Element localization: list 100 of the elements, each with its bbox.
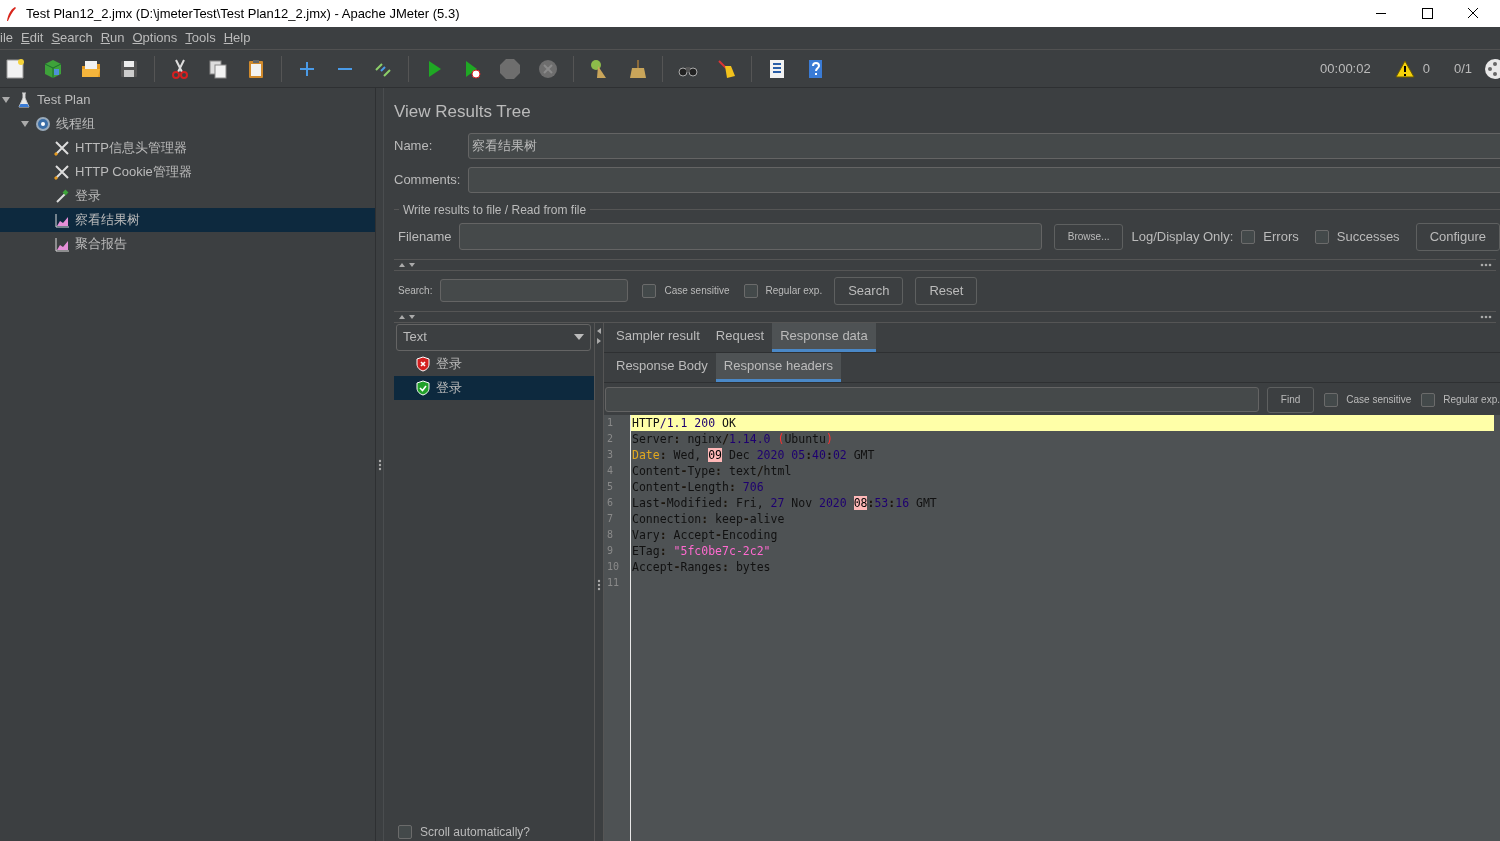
checkbox[interactable] xyxy=(398,825,412,839)
tree-item[interactable]: 线程组 xyxy=(0,112,375,136)
search-field[interactable] xyxy=(440,279,629,302)
success-shield-icon xyxy=(416,379,430,396)
chart-icon xyxy=(54,236,70,252)
feather-icon xyxy=(4,5,18,22)
broom-icon[interactable] xyxy=(715,57,737,80)
result-item[interactable]: 登录 xyxy=(394,351,594,376)
filename-field[interactable] xyxy=(459,223,1042,250)
chart-icon xyxy=(54,212,70,228)
find-field[interactable] xyxy=(605,387,1259,412)
checkbox-label: Case sensitive xyxy=(664,284,730,298)
checkbox-label: Successes xyxy=(1336,227,1400,246)
tools-icon xyxy=(54,140,70,156)
reset-button[interactable]: Reset xyxy=(915,276,978,305)
line-number: 4 xyxy=(606,463,615,478)
line-number: 9 xyxy=(606,543,615,558)
name-label: Name: xyxy=(394,136,434,155)
browse-button[interactable]: Browse... xyxy=(1053,223,1124,250)
collapse-arrows-icon[interactable] xyxy=(596,326,602,345)
menu-item[interactable]: Run xyxy=(96,28,129,48)
code-line: ETag: "5fc0be7c-2c2" xyxy=(631,542,772,559)
tab[interactable]: Response data xyxy=(772,322,876,352)
scissors-icon[interactable] xyxy=(169,57,191,80)
tab[interactable]: Response Body xyxy=(608,352,716,382)
line-number: 6 xyxy=(606,495,615,510)
shutdown-icon[interactable] xyxy=(537,57,559,80)
line-number: 5 xyxy=(606,479,615,494)
code-line: Content-Type: text/html xyxy=(631,462,793,479)
code-line: Date: Wed, 09 Dec 2020 05:40:02 GMT xyxy=(631,446,876,463)
line-number: 1 xyxy=(606,415,615,430)
dropper-icon xyxy=(54,188,70,204)
tab[interactable]: Request xyxy=(707,322,773,352)
code-line: Vary: Accept-Encoding xyxy=(631,526,779,543)
tree-item[interactable]: HTTP Cookie管理器 xyxy=(0,160,375,184)
menu-item[interactable]: Search xyxy=(47,28,97,48)
checkbox-label: Scroll automatically? xyxy=(420,824,531,841)
copy-icon[interactable] xyxy=(207,57,229,80)
dropdown-arrow-icon xyxy=(574,334,584,340)
collapse-arrows-icon[interactable] xyxy=(398,313,416,320)
thread-count: 0/1 xyxy=(1453,59,1472,78)
configure-button[interactable]: Configure xyxy=(1415,222,1500,251)
panel-title: View Results Tree xyxy=(394,101,532,123)
menu-item[interactable]: Tools xyxy=(181,28,220,48)
name-field[interactable]: 察看结果树 xyxy=(468,132,1500,159)
new-file-icon[interactable] xyxy=(4,57,26,80)
menu-item[interactable]: ile xyxy=(0,28,17,48)
code-line: Last-Modified: Fri, 27 Nov 2020 08:53:16 GMT xyxy=(631,494,938,511)
checkbox[interactable] xyxy=(642,283,657,298)
group-legend: Write results to file / Read from file xyxy=(399,200,591,219)
menu-item[interactable]: Edit xyxy=(17,28,48,48)
filename-label: Filename xyxy=(398,227,452,246)
checkbox[interactable] xyxy=(1324,392,1339,407)
collapse-arrow-icon[interactable] xyxy=(21,120,29,128)
tree-item[interactable]: Test Plan xyxy=(0,88,375,112)
checkbox-label: Case sensitive xyxy=(1346,393,1412,407)
search-button[interactable]: Search xyxy=(834,276,904,305)
result-item[interactable]: 登录 xyxy=(394,375,594,400)
grip-icon[interactable] xyxy=(597,579,601,591)
grip-icon[interactable] xyxy=(1480,314,1492,319)
checkbox-label: Regular exp. xyxy=(1443,393,1500,407)
tab[interactable]: Sampler result xyxy=(608,322,708,352)
collapse-arrows-icon[interactable] xyxy=(398,261,416,268)
collapse-arrow-icon[interactable] xyxy=(2,96,10,104)
warning-icon xyxy=(1394,59,1415,78)
comments-label: Comments: xyxy=(394,170,462,189)
code-line: Content-Length: 706 xyxy=(631,478,765,495)
log-display-label: Log/Display Only: xyxy=(1131,227,1234,246)
warning-count: 0 xyxy=(1422,59,1430,78)
renderer-dropdown[interactable]: Text xyxy=(396,323,591,351)
tree-item[interactable]: 察看结果树 xyxy=(0,208,375,232)
checkbox-label: Regular exp. xyxy=(765,284,823,298)
checkbox[interactable] xyxy=(1241,229,1256,244)
elapsed-time: 00:00:02 xyxy=(1320,59,1371,78)
grip-icon[interactable] xyxy=(377,458,382,471)
line-number: 10 xyxy=(606,559,621,574)
line-number: 2 xyxy=(606,431,615,446)
tools-icon xyxy=(54,164,70,180)
checkbox[interactable] xyxy=(743,283,758,298)
box-icon[interactable] xyxy=(42,57,64,80)
grip-icon[interactable] xyxy=(1480,262,1492,267)
checkbox[interactable] xyxy=(1314,229,1329,244)
comments-field[interactable] xyxy=(468,166,1500,193)
line-number: 7 xyxy=(606,511,615,526)
line-number: 8 xyxy=(606,527,615,542)
tree-item[interactable]: 登录 xyxy=(0,184,375,208)
tab[interactable]: Response headers xyxy=(715,352,841,382)
menu-item[interactable]: Help xyxy=(219,28,255,48)
tree-item[interactable]: 聚合报告 xyxy=(0,232,375,256)
find-button[interactable]: Find xyxy=(1266,386,1315,413)
checkbox-label: Errors xyxy=(1263,227,1299,246)
tree-item[interactable]: HTTP信息头管理器 xyxy=(0,136,375,160)
code-line: Connection: keep-alive xyxy=(631,510,786,527)
code-line: Server: nginx/1.14.0 (Ubuntu) xyxy=(631,430,834,447)
error-shield-icon xyxy=(416,355,430,372)
checkbox[interactable] xyxy=(1421,392,1436,407)
window-title: Test Plan12_2.jmx (D:\jmeterTest\Test Plan12_2.jmx) - Apache JMeter (5.3) xyxy=(26,4,460,23)
menu-item[interactable]: Options xyxy=(128,28,182,48)
search-label: Search: xyxy=(398,284,433,298)
code-line: Accept-Ranges: bytes xyxy=(631,558,772,575)
